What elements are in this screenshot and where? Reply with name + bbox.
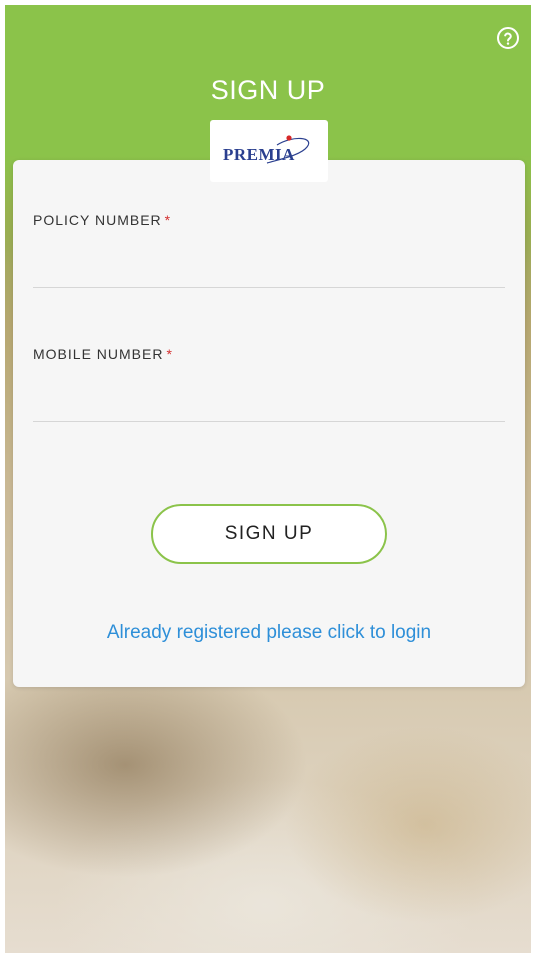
page-title: SIGN UP xyxy=(210,75,326,105)
app-screen: SIGN UP PREMIA POLICY NUMBER * MOBILE NUM… xyxy=(5,5,531,953)
required-marker: * xyxy=(164,212,171,228)
mobile-number-input[interactable] xyxy=(33,378,505,422)
policy-number-label: POLICY NUMBER xyxy=(33,212,162,228)
required-marker: * xyxy=(166,346,172,362)
mobile-number-label: MOBILE NUMBER xyxy=(33,346,164,362)
logo-text: PREMIA xyxy=(223,145,295,164)
help-circle-icon[interactable] xyxy=(495,25,521,51)
signup-card: POLICY NUMBER * MOBILE NUMBER * SIGN UP Al… xyxy=(13,160,525,687)
policy-number-input[interactable] xyxy=(33,244,505,288)
premia-logo: PREMIA xyxy=(210,120,328,182)
policy-number-field: POLICY NUMBER * xyxy=(33,212,505,288)
login-link[interactable]: Already registered please click to login xyxy=(13,622,525,644)
signup-button[interactable]: SIGN UP xyxy=(151,504,387,564)
mobile-number-field: MOBILE NUMBER * xyxy=(33,346,505,422)
